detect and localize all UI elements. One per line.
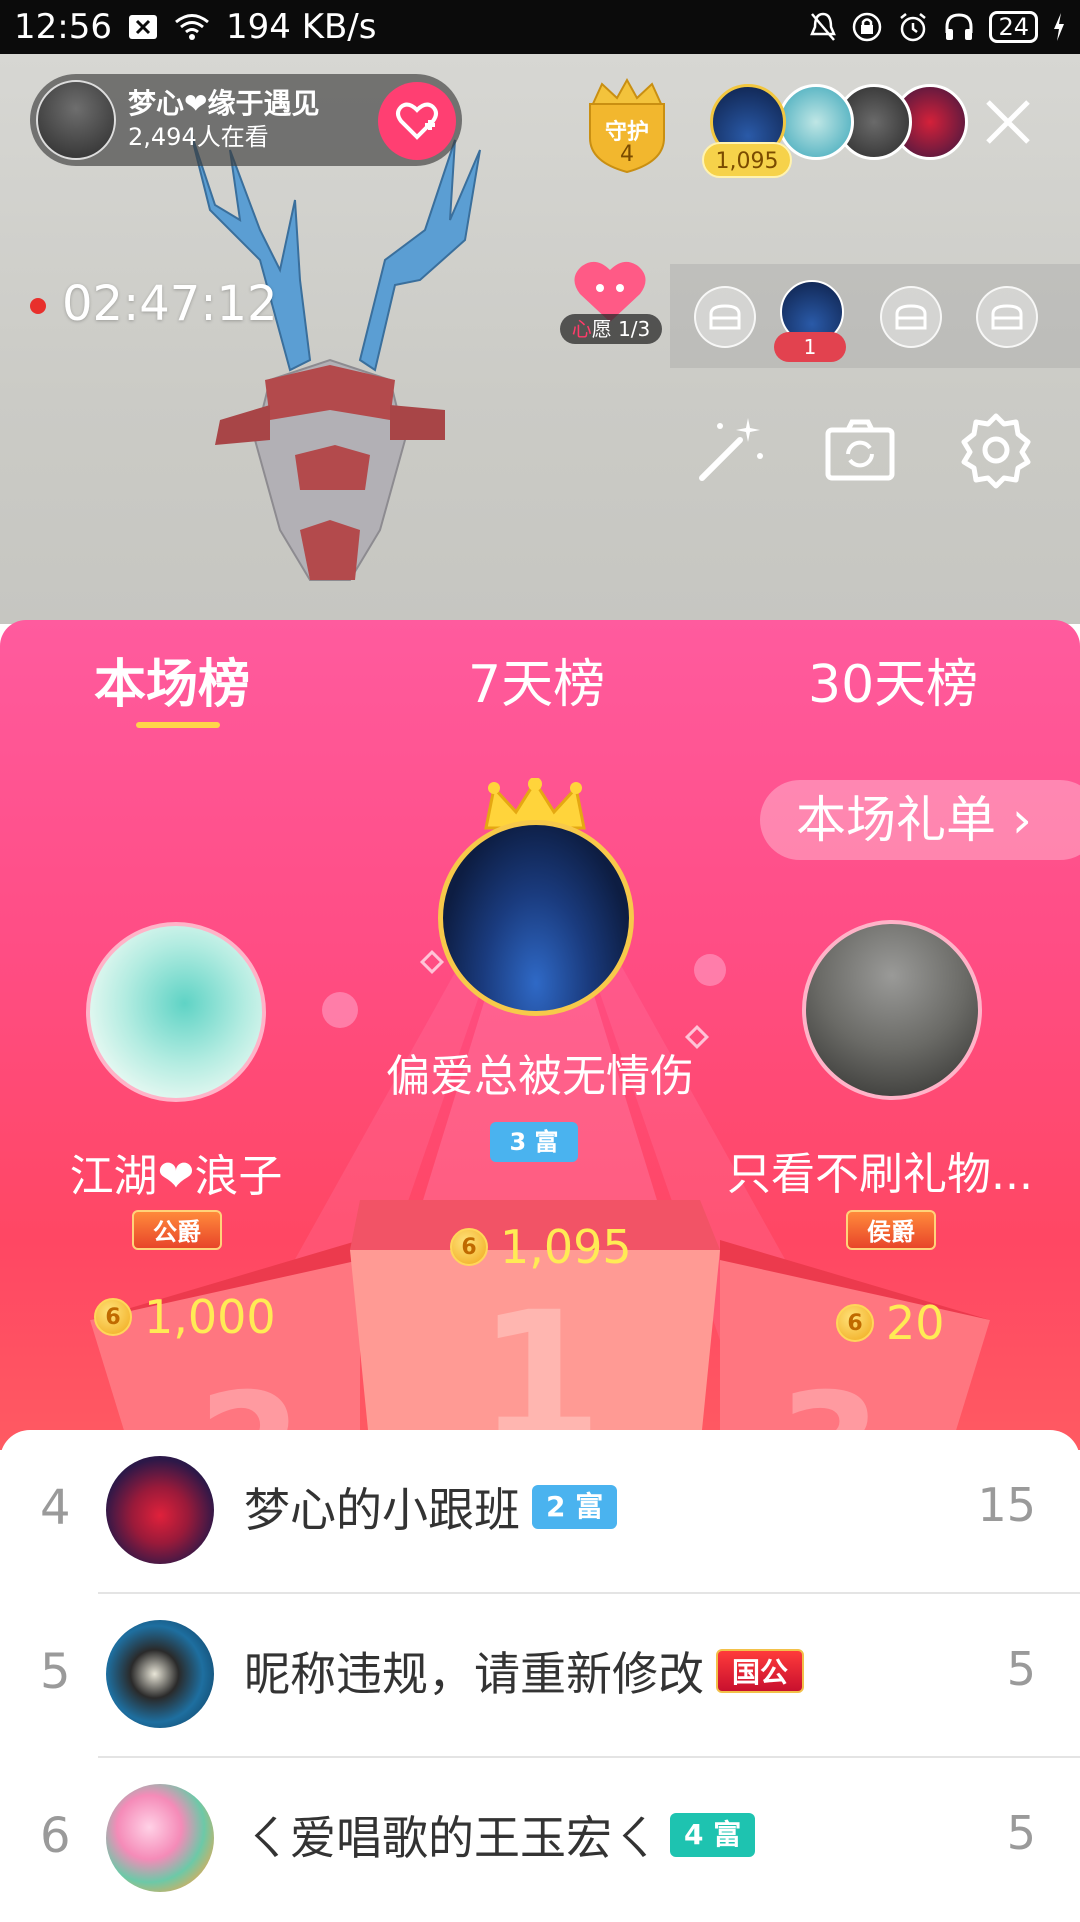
gear-icon (961, 413, 1031, 489)
sofa-icon (991, 304, 1023, 330)
second-place-coins: 6 1,000 (94, 1290, 276, 1344)
gift-list-button[interactable]: 本场礼单 › (760, 780, 1080, 860)
list-avatar[interactable] (106, 1456, 214, 1564)
third-place-name[interactable]: 只看不刷礼物... (700, 1138, 1060, 1202)
wifi-icon (174, 13, 210, 41)
live-timer: 02:47:12 (62, 276, 278, 332)
title-badge: 国公 (716, 1649, 805, 1693)
rich-badge: 4 富 (670, 1813, 756, 1857)
tab-underline (136, 722, 220, 728)
sofa-icon (895, 304, 927, 330)
list-name: 梦心的小跟班 (244, 1483, 520, 1537)
list-value: 15 (977, 1478, 1036, 1532)
deer-head-decoration (189, 129, 481, 581)
ranking-list: 4 梦心的小跟班 2 富 15 5 昵称违规，请重新修改 国公 5 6 ㄑ爱唱歌的王… (0, 1430, 1080, 1920)
first-place-rich-badge: 3 富 (490, 1122, 578, 1162)
mute-bell-icon (809, 11, 837, 43)
notification-x-icon (128, 14, 158, 40)
coin-icon: 6 (836, 1304, 874, 1342)
anchor-card[interactable]: 梦心❤缘于遇见 2,494人在看 (30, 74, 462, 166)
network-speed: 194 KB/s (225, 7, 377, 47)
third-place-coins: 6 20 (836, 1296, 945, 1350)
close-icon (986, 100, 1030, 144)
list-item[interactable]: 6 ㄑ爱唱歌的王玉宏ㄑ 4 富 5 (0, 1758, 1080, 1922)
tab-current-show[interactable]: 本场榜 (94, 642, 250, 717)
lock-rotation-icon (851, 11, 883, 43)
list-rank: 4 (40, 1480, 71, 1536)
wish-text: 愿 1/3 (591, 317, 651, 341)
status-bar: 12:56 194 KB/s 24 (0, 0, 1080, 54)
heart-plus-icon (396, 102, 438, 140)
empty-seat[interactable] (694, 286, 756, 348)
camera-switch-icon (825, 419, 895, 481)
charging-icon (1052, 12, 1066, 42)
battery-indicator: 24 (989, 11, 1038, 43)
first-place-name[interactable]: 偏爱总被无情伤 (340, 1040, 740, 1104)
empty-seat[interactable] (880, 286, 942, 348)
guard-count: 4 (620, 142, 634, 167)
third-place-value: 20 (886, 1296, 945, 1350)
third-place-avatar[interactable] (802, 920, 982, 1100)
second-place-avatar[interactable] (86, 922, 266, 1102)
list-item[interactable]: 5 昵称违规，请重新修改 国公 5 (0, 1594, 1080, 1758)
second-place-name[interactable]: 江湖❤浪子 (26, 1140, 326, 1204)
settings-button[interactable] (956, 410, 1036, 490)
flip-camera-button[interactable] (820, 410, 900, 490)
wish-prefix: 心 (571, 317, 592, 341)
coin-icon: 6 (94, 1298, 132, 1336)
first-place-avatar[interactable] (438, 820, 634, 1016)
seat-number: 1 (774, 332, 846, 362)
anchor-name: 梦心❤缘于遇见 (128, 87, 320, 121)
sofa-icon (709, 304, 741, 330)
viewer-avatar[interactable] (778, 84, 854, 160)
ranking-panel: 1 2 3 本场榜 7天榜 30天榜 本场礼单 › 偏爱总被无情伤 3 富 6 … (0, 620, 1080, 1450)
third-place-title-badge: 侯爵 (846, 1210, 936, 1250)
tab-30-days[interactable]: 30天榜 (808, 642, 978, 717)
recording-dot (30, 298, 46, 314)
list-item[interactable]: 4 梦心的小跟班 2 富 15 (0, 1430, 1080, 1594)
top-viewer-coins: 1,095 (702, 142, 792, 178)
list-name: 昵称违规，请重新修改 (244, 1647, 704, 1701)
second-place-value: 1,000 (144, 1290, 276, 1344)
status-time: 12:56 (14, 7, 112, 47)
guard-badge[interactable]: 守护 4 (582, 76, 672, 176)
alarm-icon (897, 11, 929, 43)
list-rank: 6 (40, 1808, 71, 1864)
beauty-button[interactable] (690, 410, 770, 490)
empty-seat[interactable] (976, 286, 1038, 348)
coin-icon: 6 (450, 1228, 488, 1266)
list-avatar[interactable] (106, 1784, 214, 1892)
anchor-avatar[interactable] (36, 80, 116, 160)
rich-badge: 2 富 (532, 1485, 618, 1529)
list-value: 5 (1006, 1642, 1036, 1696)
list-rank: 5 (40, 1644, 71, 1700)
wish-widget[interactable]: 心愿 1/3 (560, 258, 662, 350)
first-place-value: 1,095 (500, 1220, 632, 1274)
viewer-count: 2,494人在看 (128, 123, 269, 152)
follow-button[interactable] (378, 82, 456, 160)
list-value: 5 (1006, 1806, 1036, 1860)
first-place-coins: 6 1,095 (450, 1220, 632, 1274)
live-video[interactable]: 梦心❤缘于遇见 2,494人在看 守护 4 1,095 02:47:12 心愿 … (0, 54, 1080, 624)
second-place-title-badge: 公爵 (132, 1210, 222, 1250)
mic-seats: 1 (670, 264, 1080, 368)
magic-wand-icon (699, 418, 763, 481)
list-avatar[interactable] (106, 1620, 214, 1728)
podium-number-1: 1 (477, 1274, 602, 1450)
tab-7-days[interactable]: 7天榜 (468, 642, 605, 717)
headphones-icon (943, 11, 975, 43)
list-name: ㄑ爱唱歌的王玉宏ㄑ (244, 1811, 658, 1865)
close-button[interactable] (980, 94, 1036, 150)
